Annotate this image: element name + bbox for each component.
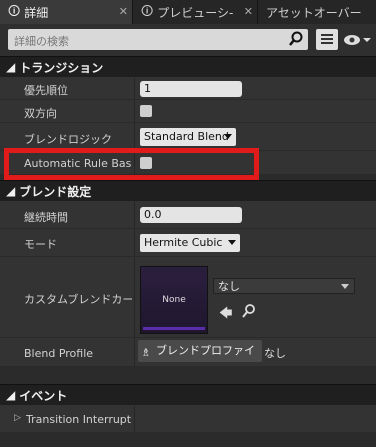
category-events[interactable]: ◢ イベント	[0, 384, 376, 405]
row-transition-interrupt[interactable]: ▷ Transition Interrupt	[0, 405, 376, 433]
column-divider[interactable]	[134, 77, 135, 99]
tab-preview[interactable]: 🛈 プレビューシ- ✕	[133, 0, 257, 24]
annotation-highlight-box	[4, 148, 259, 180]
tab-preview-label: プレビューシ-	[157, 5, 234, 20]
tab-asset-overview-label: アセットオーバー	[266, 5, 362, 20]
row-label: 継続時間	[24, 211, 68, 224]
close-icon[interactable]: ✕	[119, 5, 128, 18]
use-selected-arrow-icon[interactable]: 🡄	[219, 304, 232, 326]
details-icon: 🛈	[141, 3, 154, 18]
category-title: トランジション	[19, 60, 104, 75]
asset-thumbnail[interactable]: None	[140, 266, 208, 334]
column-divider[interactable]	[134, 405, 135, 432]
search-icon	[289, 31, 303, 46]
expand-arrow-icon[interactable]: ▷	[14, 413, 21, 423]
priority-field[interactable]: 1	[140, 81, 242, 97]
thumbnail-label: None	[162, 295, 186, 305]
row-mode: モード Hermite Cubic	[0, 229, 376, 257]
blend-profile-value: なし	[264, 347, 286, 360]
tab-asset-overview[interactable]: アセットオーバー	[258, 0, 376, 24]
grid-icon	[321, 34, 333, 44]
category-blend-settings[interactable]: ◢ ブレンド設定	[0, 180, 376, 201]
category-title: ブレンド設定	[19, 184, 92, 199]
row-label: カスタムブレンドカーブ	[24, 293, 132, 306]
column-divider[interactable]	[134, 100, 135, 122]
eye-icon[interactable]	[343, 32, 371, 48]
column-divider[interactable]	[134, 201, 135, 228]
blend-profile-button[interactable]: ♗ ブレンドプロファイル	[138, 340, 262, 379]
row-label: Transition Interrupt	[26, 413, 132, 426]
row-label: モード	[24, 238, 57, 251]
details-icon: 🛈	[8, 3, 21, 18]
skeleton-icon: ♗	[141, 346, 151, 359]
blend-mode-dropdown[interactable]: Hermite Cubic	[140, 234, 240, 252]
curve-asset-dropdown[interactable]: なし	[213, 278, 355, 294]
row-blend-logic: ブレンドロジック Standard Blend	[0, 123, 376, 151]
spacer-row	[0, 367, 376, 384]
asset-type-bar	[143, 327, 205, 330]
row-duration: 継続時間 0.0	[0, 201, 376, 229]
tab-details-label: 詳細	[24, 5, 49, 20]
column-divider[interactable]	[134, 229, 135, 256]
collapse-arrow-icon: ◢	[6, 60, 16, 74]
column-divider[interactable]	[134, 257, 135, 337]
row-priority: 優先順位 1	[0, 77, 376, 100]
bidirectional-checkbox[interactable]	[140, 105, 152, 117]
row-label: ブレンドロジック	[24, 133, 112, 146]
details-panel: ◢ トランジション 優先順位 1 双方向 ブレンドロジック Standard B…	[0, 56, 376, 447]
row-label: Blend Profile	[24, 347, 94, 360]
duration-field[interactable]: 0.0	[140, 207, 242, 223]
chevron-down-icon	[341, 284, 349, 289]
collapse-arrow-icon: ◢	[6, 388, 16, 402]
chevron-down-icon	[224, 134, 232, 139]
row-bidirectional: 双方向	[0, 100, 376, 123]
search-placeholder: 詳細の検索	[14, 35, 69, 48]
tab-bar: 🛈 詳細 ✕ 🛈 プレビューシ- ✕ アセットオーバー	[0, 0, 376, 24]
row-label: 双方向	[24, 107, 57, 120]
dropdown-value: Hermite Cubic	[144, 236, 223, 249]
tab-details[interactable]: 🛈 詳細 ✕	[0, 0, 132, 24]
dropdown-value: Standard Blend	[144, 130, 229, 143]
browse-icon[interactable]	[242, 304, 256, 318]
category-title: イベント	[19, 388, 68, 403]
details-toolbar: 詳細の検索	[0, 24, 376, 56]
search-input[interactable]: 詳細の検索	[8, 29, 308, 50]
collapse-arrow-icon: ◢	[6, 184, 16, 198]
chevron-down-icon	[228, 240, 236, 245]
view-options-button[interactable]	[316, 29, 338, 50]
column-divider[interactable]	[134, 123, 135, 150]
blend-logic-dropdown[interactable]: Standard Blend	[140, 128, 236, 146]
category-transition[interactable]: ◢ トランジション	[0, 56, 376, 77]
row-label: 優先順位	[24, 84, 68, 97]
column-divider[interactable]	[134, 338, 135, 366]
close-icon[interactable]: ✕	[244, 5, 253, 18]
dropdown-value: なし	[218, 280, 240, 293]
